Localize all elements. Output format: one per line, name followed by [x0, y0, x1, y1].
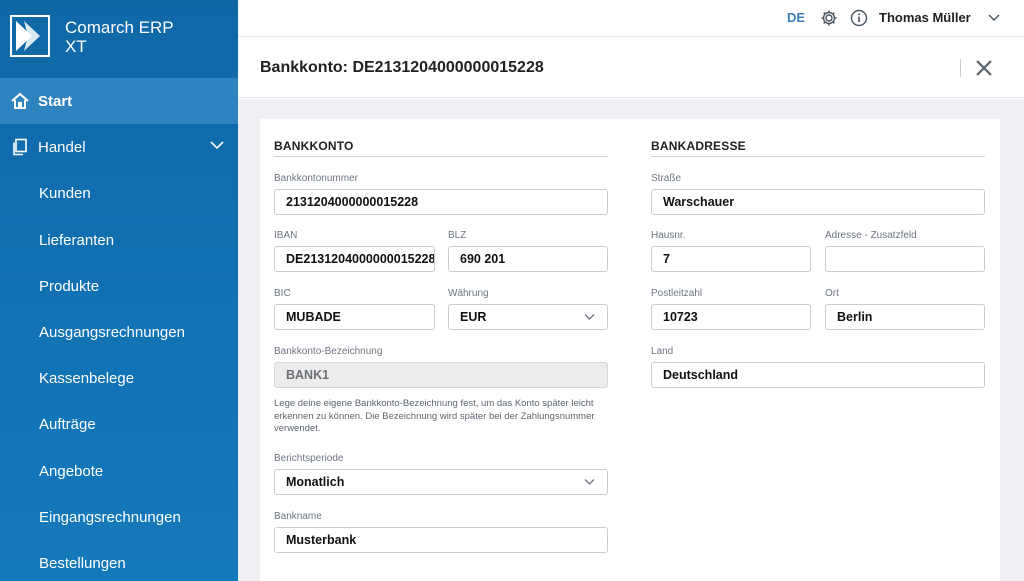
account-number-label: Bankkontonummer	[274, 173, 358, 184]
language-selector[interactable]: DE	[787, 10, 805, 25]
sidebar-item-bestellungen[interactable]: Bestellungen	[0, 540, 238, 581]
house-number-label: Hausnr.	[651, 230, 686, 241]
section-title-bankkonto: BANKKONTO	[274, 139, 354, 153]
street-field[interactable]: Warschauer	[651, 189, 985, 215]
account-number-field[interactable]: 2131204000000015228	[274, 189, 608, 215]
street-label: Straße	[651, 173, 682, 184]
sidebar-item-label: Handel	[38, 138, 86, 156]
chevron-down-icon	[584, 314, 595, 320]
zip-field[interactable]: 10723	[651, 304, 811, 330]
sidebar-item-label: Kassenbelege	[39, 369, 135, 387]
dialog-title: Bankkonto: DE2131204000000015228	[260, 59, 544, 76]
app-name: Comarch ERP XT	[65, 18, 174, 56]
dialog-content: BANKKONTO Bankkontonummer 21312040000000…	[238, 99, 1024, 581]
currency-label: Währung	[448, 288, 489, 299]
currency-select[interactable]: EUR	[448, 304, 608, 330]
sidebar-item-auftraege[interactable]: Aufträge	[0, 401, 238, 447]
sidebar-item-label: Kunden	[39, 184, 91, 202]
comarch-logo-icon	[10, 15, 50, 57]
sidebar-item-ausgangsrechnungen[interactable]: Ausgangsrechnungen	[0, 309, 238, 355]
iban-field[interactable]: DE2131204000000015228	[274, 246, 435, 272]
country-field[interactable]: Deutschland	[651, 362, 985, 388]
sidebar-item-lieferanten[interactable]: Lieferanten	[0, 217, 238, 263]
sidebar-item-start[interactable]: Start	[0, 78, 238, 124]
country-label: Land	[651, 346, 674, 357]
sidebar-item-label: Angebote	[39, 462, 104, 480]
user-menu[interactable]: Thomas Müller	[879, 10, 971, 25]
zip-label: Postleitzahl	[651, 288, 703, 299]
iban-label: IBAN	[274, 230, 298, 241]
period-label: Berichtsperiode	[274, 453, 344, 464]
section-divider	[651, 156, 985, 157]
designation-label: Bankkonto-Bezeichnung	[274, 346, 383, 357]
sidebar-item-label: Bestellungen	[39, 554, 126, 572]
blz-field[interactable]: 690 201	[448, 246, 608, 272]
dialog-header: Bankkonto: DE2131204000000015228	[238, 38, 1024, 98]
house-number-field[interactable]: 7	[651, 246, 811, 272]
sidebar-item-label: Lieferanten	[39, 231, 115, 249]
home-icon	[11, 92, 29, 109]
gear-icon[interactable]	[820, 9, 838, 27]
sidebar-item-angebote[interactable]: Angebote	[0, 448, 238, 494]
chevron-down-icon	[584, 479, 595, 485]
sidebar-item-label: Eingangsrechnungen	[39, 508, 181, 526]
period-select[interactable]: Monatlich	[274, 469, 608, 495]
period-value: Monatlich	[286, 475, 345, 489]
info-icon[interactable]	[850, 9, 868, 27]
currency-value: EUR	[460, 310, 487, 324]
sidebar-item-produkte[interactable]: Produkte	[0, 263, 238, 309]
section-divider	[274, 156, 608, 157]
sidebar: Comarch ERP XT Start Handel Kunden Liefe…	[0, 0, 238, 581]
bank-name-field[interactable]: Musterbank	[274, 527, 608, 553]
sidebar-item-label: Aufträge	[39, 415, 96, 433]
city-field[interactable]: Berlin	[825, 304, 985, 330]
bank-account-form: BANKKONTO Bankkontonummer 21312040000000…	[260, 119, 1000, 581]
sidebar-item-label: Start	[38, 92, 73, 110]
close-icon[interactable]	[974, 58, 994, 78]
sidebar-item-eingangsrechnungen[interactable]: Eingangsrechnungen	[0, 494, 238, 540]
sidebar-item-label: Produkte	[39, 277, 100, 295]
sidebar-item-kassenbelege[interactable]: Kassenbelege	[0, 355, 238, 401]
app-logo[interactable]: Comarch ERP XT	[0, 0, 238, 78]
designation-help-text: Lege deine eigene Bankkonto-Bezeichnung …	[274, 398, 595, 434]
bank-name-label: Bankname	[274, 511, 322, 522]
chevron-down-icon	[210, 141, 224, 150]
address-extra-field[interactable]	[825, 246, 985, 272]
chevron-down-icon[interactable]	[988, 13, 1000, 22]
documents-icon	[13, 138, 27, 156]
designation-field: BANK1	[274, 362, 608, 388]
city-label: Ort	[825, 288, 839, 299]
bic-field[interactable]: MUBADE	[274, 304, 435, 330]
divider	[960, 59, 961, 77]
blz-label: BLZ	[448, 230, 467, 241]
section-title-bankadresse: BANKADRESSE	[651, 139, 746, 153]
sidebar-item-label: Ausgangsrechnungen	[39, 323, 185, 341]
sidebar-item-handel[interactable]: Handel	[0, 124, 238, 170]
address-extra-label: Adresse - Zusatzfeld	[825, 230, 917, 241]
top-bar: DE Thomas Müller	[238, 0, 1024, 37]
sidebar-item-kunden[interactable]: Kunden	[0, 170, 238, 216]
bic-label: BIC	[274, 288, 291, 299]
